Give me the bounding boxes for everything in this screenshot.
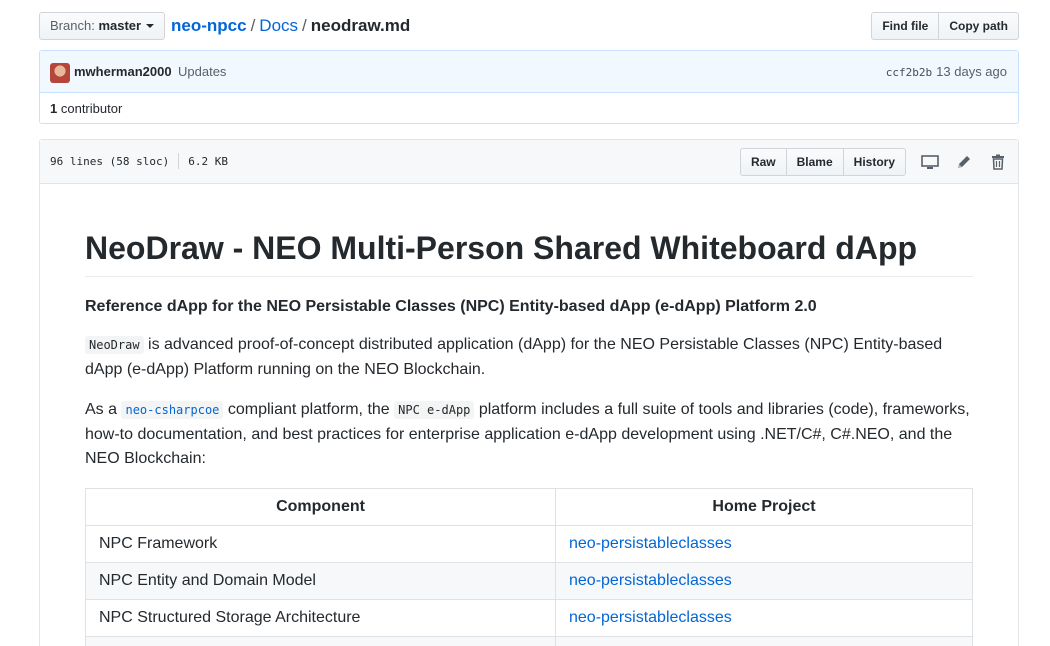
- raw-button[interactable]: Raw: [739, 148, 787, 176]
- contributor-label: contributor: [60, 101, 123, 116]
- pencil-icon[interactable]: [954, 152, 974, 172]
- components-table: Component Home Project NPC Framework neo…: [85, 487, 973, 646]
- table-cell-component: NPC Structured Storage Architecture: [85, 598, 556, 637]
- file-view-button-group: Raw Blame History: [739, 148, 906, 176]
- table-row: [85, 635, 973, 646]
- file-line-count: 96 lines (58 sloc): [50, 155, 170, 168]
- table-cell-project: [555, 635, 973, 646]
- table-header-home-project: Home Project: [555, 487, 973, 526]
- table-row: NPC Structured Storage Architecture neo-…: [85, 598, 973, 637]
- commit-meta: ccf2b2b 13 days ago: [886, 64, 1007, 79]
- platform-text-b: compliant platform, the: [223, 401, 395, 418]
- file-navigation: Branch: master neo-npcc / Docs / neodraw.md …: [39, 11, 1019, 41]
- contributors-row[interactable]: 1 contributor: [40, 93, 1018, 124]
- table-cell-component: [85, 635, 556, 646]
- commit-author-link[interactable]: mwherman2000: [74, 64, 172, 79]
- inline-code: NPC e-dApp: [394, 401, 475, 419]
- platform-text-a: As a: [85, 401, 122, 418]
- file-header: 96 lines (58 sloc) 6.2 KB Raw Blame Histo…: [40, 140, 1018, 184]
- link-code: neo-csharpcoe: [121, 401, 224, 419]
- table-cell-project: neo-persistableclasses: [555, 524, 973, 563]
- file-size: 6.2 KB: [188, 155, 228, 168]
- table-cell-component: NPC Entity and Domain Model: [85, 561, 556, 600]
- table-cell-project: neo-persistableclasses: [555, 561, 973, 600]
- table-cell-component: NPC Framework: [85, 524, 556, 563]
- project-link[interactable]: neo-persistableclasses: [569, 572, 732, 589]
- branch-label: Branch:: [50, 18, 95, 33]
- contributor-count: 1: [50, 101, 58, 116]
- document-subtitle: Reference dApp for the NEO Persistable C…: [85, 298, 817, 315]
- commit-tease: mwherman2000 Updates ccf2b2b 13 days ago …: [39, 50, 1019, 124]
- document-title: NeoDraw - NEO Multi-Person Shared Whiteb…: [85, 228, 973, 277]
- trash-icon[interactable]: [988, 152, 1008, 172]
- file-info: 96 lines (58 sloc) 6.2 KB: [50, 153, 228, 170]
- avatar[interactable]: [50, 63, 70, 83]
- file-viewer: 96 lines (58 sloc) 6.2 KB Raw Blame Histo…: [39, 139, 1019, 646]
- copy-path-button[interactable]: Copy path: [938, 12, 1019, 40]
- platform-paragraph: As a neo-csharpcoe compliant platform, t…: [85, 398, 973, 472]
- find-file-button[interactable]: Find file: [871, 12, 940, 40]
- neo-csharpcoe-link[interactable]: neo-csharpcoe: [121, 401, 224, 419]
- caret-down-icon: [146, 23, 155, 28]
- history-button[interactable]: History: [842, 148, 906, 176]
- file-nav-button-group: Find file Copy path: [871, 12, 1019, 40]
- table-header-component: Component: [85, 487, 556, 526]
- branch-select-button[interactable]: Branch: master: [39, 12, 166, 40]
- commit-time: 13 days ago: [936, 64, 1007, 79]
- inline-code: NeoDraw: [85, 336, 144, 354]
- breadcrumb-separator: /: [250, 16, 256, 35]
- table-row: NPC Framework neo-persistableclasses: [85, 524, 973, 563]
- project-link[interactable]: neo-persistableclasses: [569, 535, 732, 552]
- markdown-body: NeoDraw - NEO Multi-Person Shared Whiteb…: [85, 228, 973, 646]
- breadcrumb-separator: /: [302, 16, 307, 35]
- intro-text: is advanced proof-of-concept distributed…: [85, 336, 943, 378]
- commit-message-link[interactable]: Updates: [178, 64, 226, 79]
- breadcrumb-file-name: neodraw.md: [310, 16, 411, 35]
- branch-name: master: [98, 18, 142, 33]
- intro-paragraph: NeoDraw is advanced proof-of-concept dis…: [85, 333, 973, 382]
- table-row: NPC Entity and Domain Model neo-persista…: [85, 561, 973, 600]
- table-cell-project: neo-persistableclasses: [555, 598, 973, 637]
- breadcrumb-folder-link[interactable]: Docs: [259, 16, 298, 35]
- file-info-divider: [178, 153, 180, 169]
- desktop-icon[interactable]: [920, 152, 940, 172]
- breadcrumb: neo-npcc / Docs / neodraw.md: [171, 15, 410, 37]
- file-actions: Raw Blame History: [739, 148, 1008, 176]
- table-header-row: Component Home Project: [85, 487, 973, 526]
- blame-button[interactable]: Blame: [785, 148, 844, 176]
- latest-commit-row: mwherman2000 Updates ccf2b2b 13 days ago: [40, 51, 1018, 93]
- project-link[interactable]: neo-persistableclasses: [569, 609, 732, 626]
- breadcrumb-repo-link[interactable]: neo-npcc: [171, 16, 247, 35]
- commit-sha-link[interactable]: ccf2b2b: [886, 66, 932, 79]
